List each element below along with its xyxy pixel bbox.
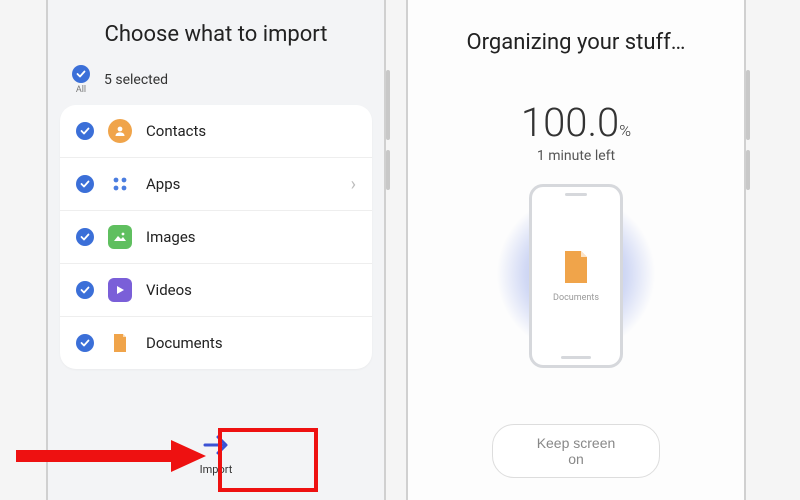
category-label: Images	[146, 228, 356, 246]
documents-icon	[561, 249, 591, 289]
progress-percent: 100.0%	[408, 99, 744, 146]
phone-organizing: Organizing your stuff… 100.0% 1 minute l…	[406, 0, 746, 500]
checkmark-icon[interactable]	[76, 175, 94, 193]
phone-import-select: Choose what to import All 5 selected Con…	[46, 0, 386, 500]
checkmark-icon[interactable]	[76, 122, 94, 140]
arrow-right-icon	[201, 433, 231, 461]
select-all-row[interactable]: All 5 selected	[48, 65, 384, 105]
list-item-apps[interactable]: Apps ›	[60, 158, 372, 211]
phone-side-button	[386, 70, 390, 140]
phone-side-button	[746, 150, 750, 190]
selected-count: 5 selected	[104, 72, 168, 88]
chevron-right-icon: ›	[351, 174, 356, 195]
checkmark-icon[interactable]	[76, 228, 94, 246]
checkmark-icon[interactable]	[76, 334, 94, 352]
list-item-videos[interactable]: Videos	[60, 264, 372, 317]
images-icon	[108, 225, 132, 249]
page-title: Organizing your stuff…	[408, 0, 744, 69]
percent-unit: %	[619, 121, 631, 140]
documents-icon	[108, 331, 132, 355]
list-item-contacts[interactable]: Contacts	[60, 105, 372, 158]
import-category-list: Contacts Apps › Images Videos	[60, 105, 372, 369]
current-item-label: Documents	[553, 293, 599, 303]
videos-icon	[108, 278, 132, 302]
page-title: Choose what to import	[48, 0, 384, 65]
checkmark-icon[interactable]	[72, 65, 90, 83]
contacts-icon	[108, 119, 132, 143]
list-item-images[interactable]: Images	[60, 211, 372, 264]
checkmark-icon[interactable]	[76, 281, 94, 299]
category-label: Contacts	[146, 122, 356, 140]
keep-screen-on-button[interactable]: Keep screen on	[492, 424, 660, 478]
import-label: Import	[200, 463, 233, 476]
category-label: Documents	[146, 334, 356, 352]
apps-icon	[108, 172, 132, 196]
phone-side-button	[386, 150, 390, 190]
device-illustration: Documents	[408, 184, 744, 368]
category-label: Apps	[146, 175, 337, 193]
all-label: All	[76, 85, 86, 95]
category-label: Videos	[146, 281, 356, 299]
import-button[interactable]: Import	[170, 423, 263, 486]
time-remaining: 1 minute left	[408, 148, 744, 164]
phone-outline-icon: Documents	[529, 184, 623, 368]
phone-side-button	[746, 70, 750, 140]
percent-value: 100.0	[521, 99, 619, 146]
list-item-documents[interactable]: Documents	[60, 317, 372, 369]
